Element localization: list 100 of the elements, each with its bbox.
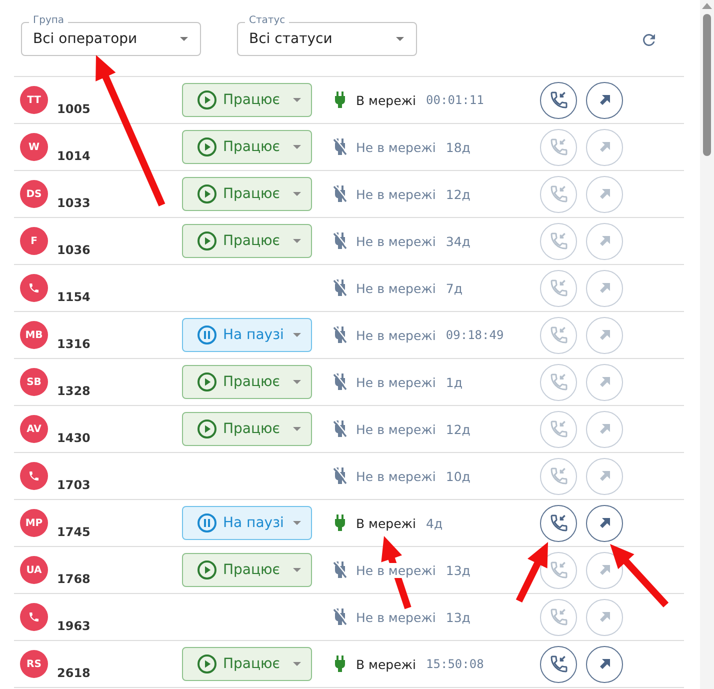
network-status: Не в мережі	[356, 422, 436, 436]
duration: 00:01:11	[426, 93, 484, 107]
extension-number: 1703	[57, 478, 90, 492]
extension-number: 1430	[57, 431, 90, 445]
extension-number: 1745	[57, 525, 90, 539]
caret-icon	[293, 521, 301, 525]
duration: 18д	[446, 140, 470, 154]
status-dropdown[interactable]: Працює	[182, 224, 312, 258]
avatar: MP	[20, 509, 48, 537]
incoming-call-icon	[548, 278, 568, 298]
status-dropdown[interactable]: На паузі	[182, 506, 312, 540]
duration: 09:18:49	[446, 328, 504, 342]
transfer-button[interactable]	[586, 646, 623, 682]
extension-number: 1014	[57, 149, 90, 163]
extension-number: 1316	[57, 337, 90, 351]
incoming-call-icon	[548, 560, 568, 580]
caret-icon	[293, 145, 301, 149]
avatar: SB	[20, 368, 48, 396]
play-icon	[197, 184, 217, 204]
network-status: Не в мережі	[356, 140, 436, 154]
caret-icon	[293, 380, 301, 384]
status-dropdown[interactable]: На паузі	[182, 318, 312, 352]
call-button[interactable]	[540, 82, 577, 118]
incoming-call-icon	[548, 372, 568, 392]
phone-icon	[28, 470, 40, 482]
avatar: W	[20, 133, 48, 161]
avatar: RS	[20, 650, 48, 678]
transfer-button[interactable]	[586, 504, 623, 542]
status-dropdown[interactable]: Працює	[182, 412, 312, 446]
status-dropdown[interactable]: Працює	[182, 553, 312, 587]
status-dropdown[interactable]: Працює	[182, 83, 312, 117]
avatar: TT	[20, 86, 48, 114]
extension-number: 1328	[57, 384, 90, 398]
network-status: Не в мережі	[356, 468, 436, 484]
caret-icon	[293, 568, 301, 572]
scrollbar-thumb[interactable]	[703, 14, 711, 156]
phone-icon	[28, 282, 40, 294]
play-icon	[197, 231, 217, 251]
incoming-call-icon	[548, 184, 568, 204]
network-status: Не в мережі	[356, 374, 436, 390]
caret-icon	[293, 192, 301, 196]
play-icon	[197, 654, 217, 674]
incoming-call-icon	[548, 325, 568, 345]
scrollbar[interactable]	[700, 0, 714, 689]
caret-icon	[180, 37, 188, 41]
arrow-icon	[598, 469, 612, 483]
arrow-icon	[598, 93, 612, 107]
arrow-icon	[598, 187, 612, 201]
call-button[interactable]	[540, 504, 577, 542]
duration: 10д	[446, 468, 470, 484]
arrow-icon	[598, 563, 612, 577]
duration: 13д	[446, 610, 470, 624]
status-dropdown[interactable]: Працює	[182, 130, 312, 164]
arrow-icon	[598, 328, 612, 342]
play-icon	[197, 137, 217, 157]
arrow-icon	[598, 281, 612, 295]
network-status: В мережі	[356, 516, 416, 530]
play-icon	[197, 419, 217, 439]
transfer-button[interactable]	[586, 82, 623, 118]
annotation-arrow	[610, 544, 669, 608]
arrow-icon	[598, 375, 612, 389]
extension-number: 1005	[57, 102, 90, 116]
status-dropdown[interactable]: Працює	[182, 177, 312, 211]
arrow-icon	[598, 234, 612, 248]
play-icon	[197, 560, 217, 580]
duration: 12д	[446, 422, 470, 436]
extension-number: 1036	[57, 243, 90, 257]
incoming-call-icon	[548, 90, 568, 110]
avatar: F	[20, 227, 48, 255]
network-status: В мережі	[356, 656, 416, 672]
incoming-call-icon	[548, 466, 568, 486]
network-status: Не в мережі	[356, 234, 436, 248]
status-dropdown[interactable]: Працює	[182, 365, 312, 399]
call-button[interactable]	[540, 646, 577, 682]
caret-icon	[396, 37, 404, 41]
field-label: Статус	[245, 15, 290, 27]
network-status: Не в мережі	[356, 186, 436, 202]
incoming-call-icon	[548, 419, 568, 439]
extension-number: 1768	[57, 572, 90, 586]
annotation-arrow	[516, 542, 548, 602]
duration: 7д	[446, 280, 462, 296]
incoming-call-icon	[548, 137, 568, 157]
incoming-call-icon	[548, 513, 568, 533]
duration: 15:50:08	[426, 657, 484, 671]
caret-icon	[293, 333, 301, 337]
extension-number: 1963	[57, 619, 90, 633]
incoming-call-icon	[548, 231, 568, 251]
duration: 34д	[446, 234, 470, 248]
network-status: Не в мережі	[356, 328, 436, 342]
network-status: В мережі	[356, 92, 416, 108]
status-dropdown[interactable]: Працює	[182, 647, 312, 681]
avatar: UA	[20, 556, 48, 584]
caret-icon	[293, 427, 301, 431]
avatar: AV	[20, 415, 48, 443]
extension-number: 2618	[57, 666, 90, 680]
refresh-icon[interactable]	[640, 31, 658, 49]
network-status: Не в мережі	[356, 562, 436, 578]
scroll-up-icon[interactable]	[702, 3, 712, 9]
arrow-icon	[598, 657, 612, 671]
pause-icon	[197, 325, 217, 345]
